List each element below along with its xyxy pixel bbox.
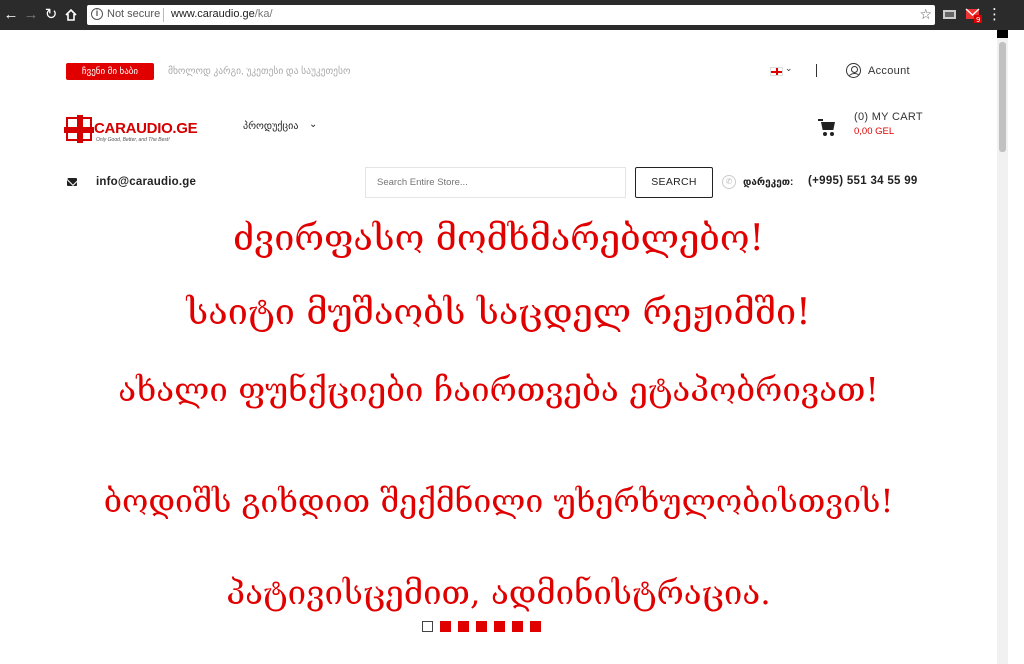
notice-line-3: ახალი ფუნქციები ჩაირთვება ეტაპობრივათ! [118, 370, 879, 409]
cart-total: 0,00 GEL [854, 126, 895, 137]
url-path: /ka/ [254, 8, 273, 20]
notice-line-4: ბოდიშს გიხდით შექმნილი უხერხულობისთვის! [103, 482, 894, 520]
notice-line-5: პატივისცემით, ადმინისტრაცია. [226, 573, 771, 612]
extension-icon[interactable] [942, 7, 958, 26]
search-input[interactable] [365, 167, 626, 198]
url-host: www.caraudio.ge [171, 8, 255, 20]
logo-cross-icon [64, 115, 94, 143]
security-label: Not secure [107, 8, 161, 20]
page-scrollbar[interactable] [997, 30, 1008, 664]
promo-text: მხოლოდ კარგი, უკეთესი და საუკეთესო [168, 66, 351, 77]
notice-line-1: ძვირფასო მომხმარებლებო! [232, 218, 765, 259]
slider-dot[interactable] [458, 621, 469, 632]
logo-name: CARAUDIO.GE [94, 120, 198, 137]
bookmark-star-icon[interactable]: ☆ [919, 6, 932, 23]
slider-dot[interactable] [440, 621, 451, 632]
topbar-divider [816, 64, 817, 77]
back-icon[interactable]: ← [2, 5, 20, 25]
phone-icon: ✆ [722, 175, 736, 189]
promo-badge[interactable]: ჩვენი მი ხაბი [66, 63, 154, 80]
slider-dot[interactable] [422, 621, 433, 632]
home-icon[interactable] [62, 5, 80, 25]
slider-dot[interactable] [512, 621, 523, 632]
browser-menu-icon[interactable]: ⋮ [987, 5, 1002, 25]
slider-dot[interactable] [530, 621, 541, 632]
georgian-flag-icon[interactable] [770, 67, 783, 76]
phone-number[interactable]: (+995) 551 34 55 99 [808, 175, 918, 187]
account-link[interactable]: Account [868, 65, 910, 77]
address-divider [163, 8, 164, 22]
forward-icon[interactable]: → [22, 5, 40, 25]
notice-line-2: საიტი მუშაობს საცდელ რეჟიმში! [186, 292, 811, 333]
browser-toolbar: ← → ↻ i Not secure www.caraudio.ge/ka/ ☆… [0, 0, 1024, 30]
chevron-down-icon[interactable]: ⌄ [785, 63, 793, 74]
mail-icon [67, 178, 77, 186]
products-menu[interactable]: პროდუქცია [243, 121, 298, 132]
mail-notification-icon[interactable]: 9 [965, 7, 983, 28]
chevron-down-icon[interactable]: ⌄ [309, 119, 317, 130]
search-button[interactable]: SEARCH [635, 167, 713, 198]
account-icon[interactable] [846, 63, 861, 78]
reload-icon[interactable]: ↻ [42, 5, 60, 25]
url-text[interactable]: www.caraudio.ge/ka/ [171, 8, 273, 20]
slider-dot[interactable] [476, 621, 487, 632]
window-edge [1008, 30, 1024, 664]
address-bar[interactable]: i Not secure www.caraudio.ge/ka/ ☆ [87, 5, 935, 25]
site-logo[interactable]: CARAUDIO.GE Only Good, Better, and The B… [64, 115, 198, 148]
svg-text:9: 9 [976, 16, 980, 23]
info-icon[interactable]: i [91, 8, 103, 20]
scrollbar-top-mark [997, 30, 1008, 38]
scrollbar-thumb[interactable] [999, 42, 1006, 152]
cart-link[interactable]: (0) MY CART [854, 111, 923, 123]
contact-email[interactable]: info@caraudio.ge [96, 176, 196, 188]
cart-icon[interactable] [818, 118, 838, 136]
slider-dot[interactable] [494, 621, 505, 632]
call-label: დარეკეთ: [743, 177, 794, 188]
page-content: ჩვენი მი ხაბი მხოლოდ კარგი, უკეთესი და ს… [0, 30, 997, 664]
logo-tagline: Only Good, Better, and The Best! [96, 137, 170, 143]
